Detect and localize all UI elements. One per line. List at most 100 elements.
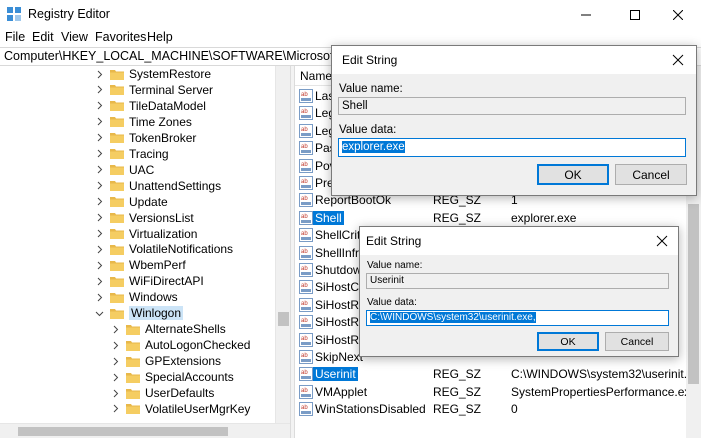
value-name-field: Userinit [366, 273, 669, 289]
string-value-icon: ab [299, 367, 313, 382]
tree-item[interactable]: Tracing [94, 146, 169, 162]
tree-item[interactable]: Windows [94, 289, 178, 305]
menu-edit[interactable]: Edit [32, 30, 54, 44]
svg-text:ab: ab [301, 301, 308, 307]
close-icon[interactable] [670, 52, 686, 68]
folder-icon [126, 340, 140, 351]
tree-item[interactable]: Update [94, 194, 168, 210]
chevron-right-icon[interactable] [110, 340, 120, 350]
string-value-icon: ab [299, 384, 313, 399]
tree-item[interactable]: UAC [94, 162, 154, 178]
list-scroll-thumb[interactable] [688, 204, 699, 384]
string-value-icon: ab [299, 176, 313, 190]
folder-icon [110, 212, 124, 224]
menu-favorites[interactable]: Favorites [95, 30, 146, 44]
folder-icon [110, 196, 124, 208]
table-row[interactable]: ab Shell REG_SZ explorer.exe [295, 210, 701, 227]
chevron-right-icon[interactable] [94, 133, 104, 143]
chevron-down-icon[interactable] [94, 308, 104, 318]
tree-item[interactable]: UnattendSettings [94, 178, 221, 194]
chevron-right-icon[interactable] [94, 229, 104, 239]
close-icon[interactable] [654, 233, 670, 249]
chevron-right-icon[interactable] [110, 324, 120, 334]
tree-item[interactable]: Terminal Server [94, 82, 213, 98]
chevron-right-icon[interactable] [94, 213, 104, 223]
value-type-cell: REG_SZ [433, 402, 482, 417]
svg-text:ab: ab [301, 405, 308, 411]
chevron-right-icon[interactable] [94, 69, 104, 79]
chevron-right-icon[interactable] [110, 388, 120, 398]
tree-item[interactable]: VolatileNotifications [94, 241, 233, 257]
chevron-right-icon[interactable] [94, 276, 104, 286]
close-button[interactable] [655, 0, 701, 29]
tree-item[interactable]: GPExtensions [110, 353, 221, 369]
tree-item[interactable]: UserDefaults [110, 385, 214, 401]
tree-item[interactable]: Time Zones [94, 114, 192, 130]
value-type-cell: REG_SZ [433, 367, 482, 382]
tree-item[interactable]: WbemPerf [94, 257, 186, 273]
chevron-right-icon[interactable] [94, 292, 104, 302]
cancel-button[interactable]: Cancel [615, 164, 687, 185]
chevron-right-icon[interactable] [94, 149, 104, 159]
svg-text:ab: ab [301, 370, 308, 376]
tree-vertical-scrollbar[interactable] [275, 66, 290, 438]
svg-text:ab: ab [301, 92, 308, 98]
chevron-right-icon[interactable] [94, 260, 104, 270]
tree-item[interactable]: TileDataModel [94, 98, 206, 114]
table-row[interactable]: ab WinStationsDisabled REG_SZ 0 [295, 401, 701, 418]
menu-help[interactable]: Help [147, 30, 173, 44]
tree-item-label: GPExtensions [145, 354, 222, 369]
folder-icon [110, 292, 124, 303]
string-value-icon: ab [299, 141, 313, 156]
chevron-right-icon[interactable] [110, 404, 120, 414]
tree-item[interactable]: WiFiDirectAPI [94, 273, 204, 289]
chevron-right-icon[interactable] [94, 117, 104, 127]
close-icon [673, 9, 683, 20]
tree-horizontal-scrollbar[interactable] [0, 423, 290, 438]
value-type-cell: REG_SZ [433, 210, 482, 225]
svg-text:ab: ab [301, 144, 308, 150]
tree-hscroll-thumb[interactable] [18, 427, 228, 436]
tree-item[interactable]: SpecialAccounts [110, 369, 234, 385]
value-data-input[interactable]: C:\WINDOWS\system32\userinit.exe, [366, 310, 669, 326]
tree-item-label: AutoLogonChecked [145, 338, 251, 353]
value-name-cell: Shell [313, 210, 344, 225]
tree-item[interactable]: AutoLogonChecked [110, 337, 250, 353]
folder-icon [110, 244, 124, 255]
chevron-right-icon[interactable] [110, 356, 120, 366]
chevron-right-icon[interactable] [94, 165, 104, 175]
chevron-right-icon[interactable] [94, 244, 104, 254]
tree-scroll-thumb[interactable] [278, 312, 289, 326]
maximize-button[interactable] [612, 0, 658, 29]
tree-item[interactable]: VolatileUserMgrKey [110, 401, 250, 417]
menu-file[interactable]: File [5, 30, 25, 44]
tree-item-label: TokenBroker [129, 130, 197, 145]
tree-item[interactable]: Winlogon [94, 305, 184, 321]
cancel-button[interactable]: Cancel [605, 332, 669, 351]
tree-item[interactable]: AlternateShells [110, 321, 226, 337]
column-name-header[interactable]: Name [300, 69, 332, 83]
value-name-cell: ShellCriti [315, 228, 364, 243]
chevron-right-icon[interactable] [94, 197, 104, 207]
folder-icon [110, 132, 124, 144]
ok-button[interactable]: OK [537, 332, 599, 351]
minimize-button[interactable] [563, 0, 609, 29]
tree-item[interactable]: VersionsList [94, 210, 194, 226]
tree-item[interactable]: TokenBroker [94, 130, 196, 146]
tree-item[interactable]: Virtualization [94, 226, 197, 242]
value-data-cell: explorer.exe [511, 210, 577, 225]
table-row[interactable]: ab VMApplet REG_SZ SystemPropertiesPerforma… [295, 384, 701, 401]
chevron-right-icon[interactable] [94, 101, 104, 111]
chevron-right-icon[interactable] [94, 85, 104, 95]
ok-button[interactable]: OK [537, 164, 609, 185]
table-row[interactable]: ab Userinit REG_SZ C:\WINDOWS\system32\user… [295, 366, 701, 383]
value-data-input[interactable]: explorer.exe [338, 138, 686, 157]
string-value-icon: ab [299, 158, 313, 173]
chevron-right-icon[interactable] [110, 372, 120, 382]
menu-view[interactable]: View [61, 30, 88, 44]
chevron-right-icon[interactable] [94, 181, 104, 191]
tree-item[interactable]: SystemRestore [94, 66, 211, 82]
tree-item-label: Time Zones [129, 114, 192, 129]
folder-icon [110, 164, 124, 176]
folder-icon [110, 276, 124, 287]
